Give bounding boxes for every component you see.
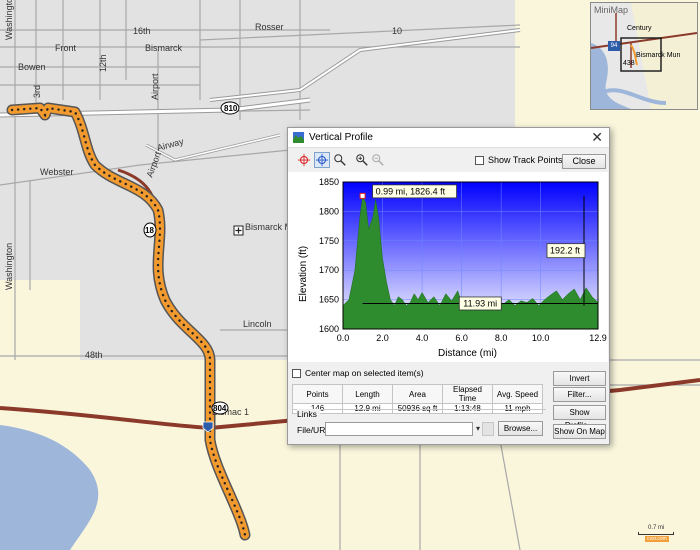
scale-bar: 0.7 mi cvxr.com <box>630 524 685 544</box>
center-map-checkbox[interactable] <box>292 369 301 378</box>
x-tick-label: 6.0 <box>455 333 468 343</box>
route-shield-810: 810 <box>220 101 240 115</box>
show-profile-button[interactable]: Show Profile... <box>553 405 606 430</box>
y-tick-label: 1800 <box>319 206 339 216</box>
y-tick-label: 1750 <box>319 236 339 246</box>
street-label-lincoln: Lincoln <box>243 319 272 329</box>
crosshair-blue-icon[interactable] <box>314 152 330 168</box>
x-tick-label: 12.9 <box>589 333 607 343</box>
street-label-3rd: 3rd <box>32 85 42 98</box>
dialog-title: Vertical Profile <box>309 132 373 143</box>
stats-header-points: Points <box>292 384 343 404</box>
distance-span-label: 11.93 mi <box>463 298 497 308</box>
x-tick-label: 10.0 <box>532 333 550 343</box>
street-label-airport: Airport <box>150 73 160 100</box>
invert-button[interactable]: Invert <box>553 371 606 386</box>
open-land-west <box>0 280 80 360</box>
scale-line <box>638 532 674 535</box>
stats-header-area: Area <box>392 384 443 404</box>
stats-header-speed: Avg. Speed <box>492 384 543 404</box>
select-zoom-icon[interactable] <box>332 152 348 168</box>
street-label-front: Front <box>55 43 77 53</box>
stats-header-elapsed: Elapsed Time <box>442 384 493 404</box>
show-track-points-label: Show Track Points <box>488 155 563 165</box>
x-tick-label: 2.0 <box>376 333 389 343</box>
minimap[interactable]: MiniMap Century Bismarck Mun 438 94 <box>590 2 698 110</box>
links-group: Links File/URL: ▾ Browse... <box>292 409 546 443</box>
stats-header-length: Length <box>342 384 393 404</box>
svg-text:804: 804 <box>213 404 227 413</box>
open-link-icon[interactable] <box>482 422 494 436</box>
y-tick-label: 1650 <box>319 295 339 305</box>
route-shield-18: 18 <box>143 222 157 238</box>
file-url-input[interactable] <box>325 422 473 436</box>
street-label-10: 10 <box>392 26 402 36</box>
minimap-label-438: 438 <box>623 60 635 67</box>
show-on-map-button[interactable]: Show On Map <box>553 424 606 439</box>
street-label-webster: Webster <box>40 167 73 177</box>
minimap-label-century: Century <box>627 25 652 32</box>
street-label-12th: 12th <box>98 54 108 72</box>
street-label-16th: 16th <box>133 26 151 36</box>
y-tick-label: 1850 <box>319 177 339 187</box>
svg-text:810: 810 <box>224 104 238 113</box>
links-title: Links <box>297 409 320 419</box>
elevation-change-label: 192.2 ft <box>550 246 581 256</box>
crosshair-red-icon[interactable] <box>296 152 312 168</box>
profile-toolbar: Show Track Points Close <box>296 152 606 170</box>
minimap-label-airport: Bismarck Mun <box>636 52 681 59</box>
x-tick-label: 0.0 <box>337 333 350 343</box>
close-button[interactable]: Close <box>562 154 606 169</box>
svg-text:18: 18 <box>145 226 154 235</box>
profile-chart-icon <box>293 132 304 143</box>
filter-button[interactable]: Filter... <box>553 387 606 402</box>
street-label-rosser: Rosser <box>255 22 284 32</box>
elevation-profile-chart[interactable]: 160016501700175018001850 0.0 2.0 4.0 6.0 8.0… <box>288 172 608 362</box>
y-axis-title: Elevation (ft) <box>298 246 309 302</box>
peak-annotation: 0.99 mi, 1826.4 ft <box>359 184 457 199</box>
zoom-in-icon[interactable] <box>354 152 370 168</box>
street-label-48th: 48th <box>85 350 103 360</box>
peak-label: 0.99 mi, 1826.4 ft <box>376 186 446 196</box>
scale-label: 0.7 mi <box>648 525 665 531</box>
x-axis-title: Distance (mi) <box>438 348 497 359</box>
street-label-washington-top: Washington <box>4 0 14 40</box>
y-tick-label: 1700 <box>319 265 339 275</box>
peak-marker <box>359 192 366 199</box>
street-label-washington-left: Washington <box>4 243 14 290</box>
x-tick-label: 8.0 <box>495 333 508 343</box>
street-label-bowen: Bowen <box>18 62 46 72</box>
browse-button[interactable]: Browse... <box>498 421 543 436</box>
zoom-out-icon[interactable] <box>370 152 386 168</box>
track-details-panel: Center map on selected item(s) Points Le… <box>287 365 610 445</box>
minimap-shield-94: 94 <box>608 41 620 51</box>
center-map-label: Center map on selected item(s) <box>305 368 424 378</box>
minimap-title: MiniMap <box>594 5 629 15</box>
x-tick-label: 4.0 <box>416 333 429 343</box>
stats-header-row: Points Length Area Elapsed Time Avg. Spe… <box>292 384 543 404</box>
street-label-bismarck: Bismarck <box>145 43 183 53</box>
scale-logo: cvxr.com <box>645 536 669 542</box>
show-track-points-checkbox[interactable] <box>475 156 484 165</box>
close-icon[interactable]: ✕ <box>591 129 603 146</box>
dialog-titlebar[interactable]: Vertical Profile ✕ <box>288 128 609 148</box>
airport-icon <box>233 225 244 236</box>
route-shield-804: 804 <box>211 401 229 415</box>
